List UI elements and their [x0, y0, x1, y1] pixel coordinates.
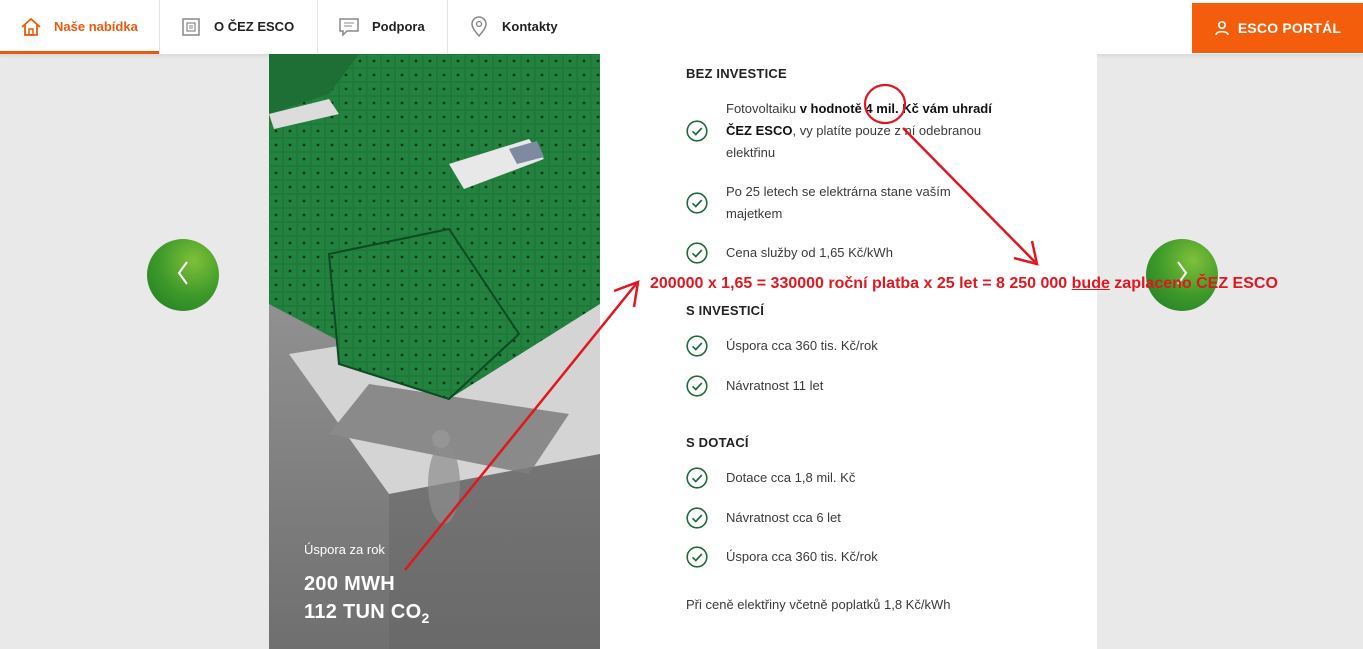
co2-subscript: 2 [421, 610, 430, 626]
section-title-s-dotaci: S DOTACÍ [686, 435, 749, 450]
annotation-part: zaplaceno ČEZ ESCO [1109, 275, 1278, 292]
offer-details-panel: BEZ INVESTICE Fotovoltaiku v hodnotě 4 m… [600, 54, 1097, 649]
top-navigation: Naše nabídka O ČEZ ESCO Podpora Kontakty… [0, 0, 1363, 55]
solar-panels-illustration [269, 54, 600, 649]
list-item: Úspora cca 360 tis. Kč/rok [686, 335, 1006, 357]
user-icon [1214, 20, 1230, 36]
nav-label: Kontakty [502, 19, 558, 34]
nav-item-kontakty[interactable]: Kontakty [448, 0, 578, 53]
item-text-part: Fotovoltaiku [726, 101, 800, 116]
section-title-bez-investice: BEZ INVESTICE [686, 66, 787, 81]
location-pin-icon [468, 15, 490, 38]
co2-savings-stat: 112 TUN CO2 [304, 601, 430, 626]
nav-item-o-cez-esco[interactable]: O ČEZ ESCO [160, 0, 318, 53]
list-item: Dotace cca 1,8 mil. Kč [686, 467, 1006, 489]
nav-label: O ČEZ ESCO [214, 19, 295, 34]
list-item-text: Dotace cca 1,8 mil. Kč [726, 470, 856, 485]
nav-label: Podpora [372, 19, 425, 34]
photo-caption: Úspora za rok [304, 542, 385, 557]
check-circle-icon [686, 120, 708, 142]
solar-roof-photo: Úspora za rok 200 MWH 112 TUN CO2 [269, 54, 600, 649]
nav-item-nase-nabidka[interactable]: Naše nabídka [0, 0, 160, 54]
check-circle-icon [686, 546, 708, 568]
check-circle-icon [686, 467, 708, 489]
esco-portal-button[interactable]: ESCO PORTÁL [1192, 3, 1363, 53]
energy-savings-stat: 200 MWH [304, 573, 396, 595]
check-circle-icon [686, 242, 708, 264]
home-icon [20, 16, 42, 38]
check-circle-icon [686, 507, 708, 529]
section-title-s-investici: S INVESTICÍ [686, 303, 765, 318]
carousel-prev-button[interactable] [147, 239, 219, 311]
document-icon [180, 16, 202, 38]
list-item: Návratnost cca 6 let [686, 507, 1006, 529]
list-item: Po 25 letech se elektrárna stane vaším m… [686, 181, 1006, 225]
nav-label: Naše nabídka [54, 19, 138, 34]
price-footnote: Při ceně elektřiny včetně poplatků 1,8 K… [686, 597, 951, 612]
co2-stat-text: 112 TUN CO [304, 601, 422, 623]
list-item-text: Návratnost 11 let [726, 378, 824, 393]
list-item-text: Návratnost cca 6 let [726, 510, 841, 525]
nav-item-podpora[interactable]: Podpora [318, 0, 448, 53]
list-item: Úspora cca 360 tis. Kč/rok [686, 546, 1006, 568]
list-item-text: Cena služby od 1,65 Kč/kWh [726, 245, 893, 260]
list-item: Fotovoltaiku v hodnotě 4 mil. Kč vám uhr… [686, 98, 1006, 164]
list-item: Cena služby od 1,65 Kč/kWh [686, 242, 1006, 264]
check-circle-icon [686, 375, 708, 397]
check-circle-icon [686, 192, 708, 214]
list-item-text: Po 25 letech se elektrárna stane vaším m… [726, 184, 951, 221]
list-item-text: Úspora cca 360 tis. Kč/rok [726, 549, 878, 564]
annotation-part: 200000 x 1,65 = 330000 roční platba x 25… [650, 275, 1072, 292]
chevron-left-icon [176, 260, 190, 291]
list-item-text: Fotovoltaiku v hodnotě 4 mil. Kč vám uhr… [726, 98, 1016, 164]
list-item: Návratnost 11 let [686, 375, 1006, 397]
list-item-text: Úspora cca 360 tis. Kč/rok [726, 338, 878, 353]
portal-label: ESCO PORTÁL [1237, 20, 1342, 36]
chat-icon [338, 16, 360, 38]
check-circle-icon [686, 335, 708, 357]
annotation-underlined: bude [1071, 275, 1110, 292]
annotation-calculation-text: 200000 x 1,65 = 330000 roční platba x 25… [650, 275, 1278, 293]
